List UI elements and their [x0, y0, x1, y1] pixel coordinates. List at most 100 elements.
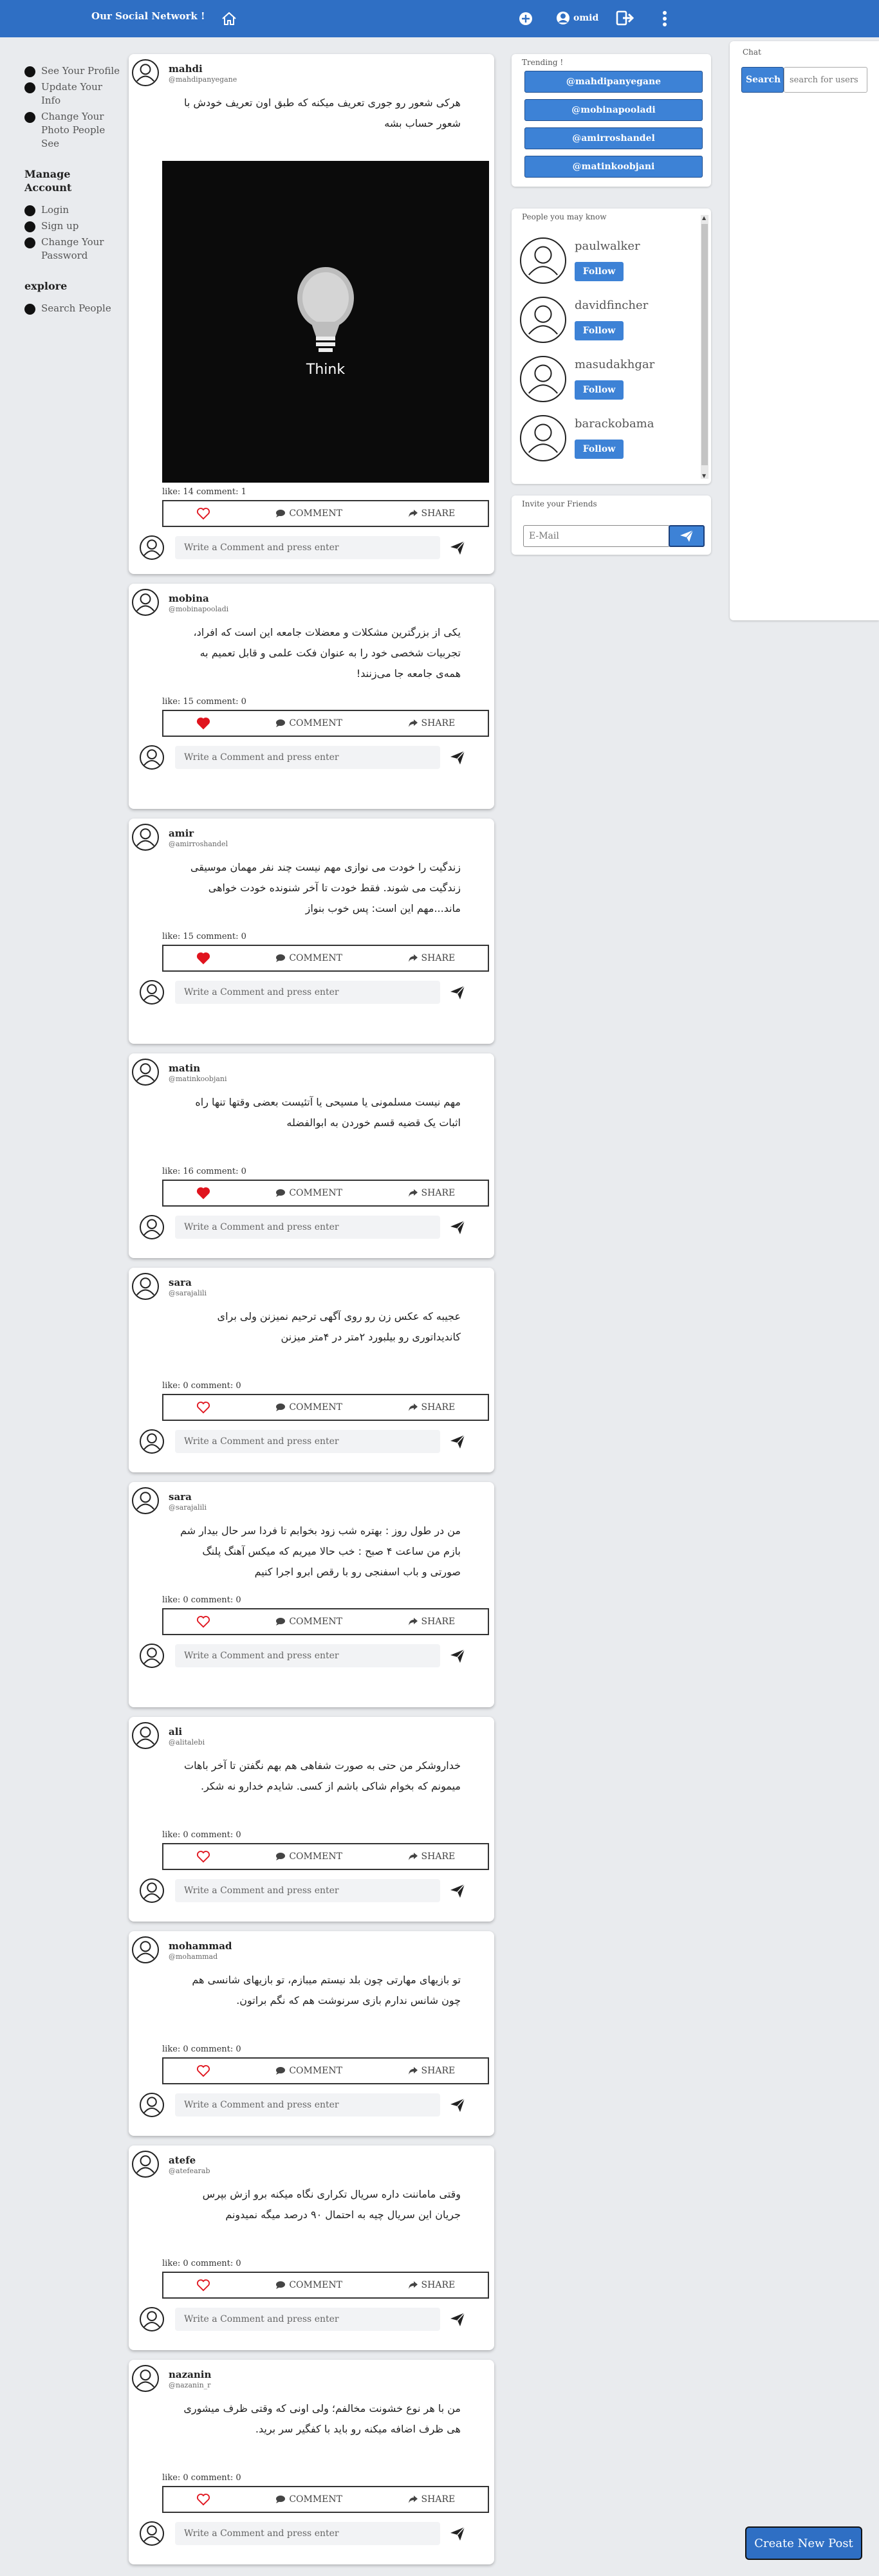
- send-comment-icon[interactable]: [449, 2525, 466, 2542]
- like-button[interactable]: [196, 952, 210, 965]
- scroll-down-icon[interactable]: ▼: [702, 473, 706, 479]
- comment-input[interactable]: [175, 1879, 440, 1902]
- comment-button[interactable]: COMMENT: [275, 953, 342, 963]
- nav-search-people[interactable]: Search People: [24, 302, 121, 315]
- share-button[interactable]: SHARE: [408, 953, 455, 963]
- like-button[interactable]: [196, 1850, 210, 1863]
- post-avatar[interactable]: [131, 1058, 160, 1086]
- send-comment-icon[interactable]: [449, 539, 466, 556]
- chat-search-button[interactable]: Search: [741, 67, 784, 93]
- people-scrollbar[interactable]: ▲ ▼: [701, 215, 708, 479]
- follow-button[interactable]: Follow: [575, 440, 624, 459]
- nav-login[interactable]: Login: [24, 203, 121, 217]
- add-post-icon[interactable]: [519, 12, 533, 26]
- share-button[interactable]: SHARE: [408, 718, 455, 728]
- heart-outline-icon[interactable]: [196, 507, 210, 520]
- comment-button[interactable]: COMMENT: [275, 1851, 342, 1862]
- like-button[interactable]: [196, 1187, 210, 1200]
- like-button[interactable]: [196, 1401, 210, 1414]
- comment-input[interactable]: [175, 2522, 440, 2545]
- post-author-name[interactable]: mobina: [169, 593, 209, 604]
- comment-input[interactable]: [175, 746, 440, 769]
- post-author-name[interactable]: amir: [169, 828, 194, 839]
- trending-item[interactable]: @matinkoobjani: [524, 156, 703, 178]
- heart-outline-icon[interactable]: [196, 2493, 210, 2506]
- post-avatar[interactable]: [131, 2364, 160, 2393]
- comment-button[interactable]: COMMENT: [275, 2066, 342, 2076]
- comment-input[interactable]: [175, 1644, 440, 1667]
- post-author-name[interactable]: mahdi: [169, 63, 203, 75]
- person-name[interactable]: barackobama: [575, 417, 654, 431]
- like-button[interactable]: [196, 717, 210, 730]
- nav-change-photo[interactable]: Change Your Photo People See: [24, 110, 121, 151]
- share-button[interactable]: SHARE: [408, 2280, 455, 2290]
- heart-outline-icon[interactable]: [196, 1401, 210, 1414]
- post-author-name[interactable]: sara: [169, 1277, 192, 1288]
- trending-item[interactable]: @mobinapooladi: [524, 99, 703, 121]
- heart-filled-icon[interactable]: [196, 952, 210, 965]
- send-comment-icon[interactable]: [449, 1433, 466, 1450]
- post-avatar[interactable]: [131, 1721, 160, 1750]
- trending-item[interactable]: @amirroshandel: [524, 127, 703, 149]
- send-comment-icon[interactable]: [449, 1882, 466, 1899]
- send-comment-icon[interactable]: [449, 2311, 466, 2328]
- post-avatar[interactable]: [131, 823, 160, 851]
- heart-outline-icon[interactable]: [196, 1615, 210, 1628]
- post-author-name[interactable]: mohammad: [169, 1940, 232, 1952]
- person-name[interactable]: masudakhgar: [575, 358, 654, 371]
- post-image[interactable]: Think: [162, 161, 489, 483]
- logout-icon[interactable]: [616, 9, 635, 27]
- post-avatar[interactable]: [131, 1272, 160, 1301]
- nav-change-password[interactable]: Change Your Password: [24, 236, 121, 263]
- like-button[interactable]: [196, 2064, 210, 2077]
- like-button[interactable]: [196, 507, 210, 520]
- post-avatar[interactable]: [131, 1936, 160, 1964]
- nav-signup[interactable]: Sign up: [24, 219, 121, 233]
- scroll-thumb[interactable]: [701, 224, 708, 465]
- comment-button[interactable]: COMMENT: [275, 1617, 342, 1627]
- comment-input[interactable]: [175, 2093, 440, 2117]
- share-button[interactable]: SHARE: [408, 2494, 455, 2505]
- invite-email-input[interactable]: [523, 525, 670, 547]
- comment-button[interactable]: COMMENT: [275, 508, 342, 519]
- follow-button[interactable]: Follow: [575, 262, 624, 281]
- nav-see-profile[interactable]: See Your Profile: [24, 64, 121, 78]
- create-post-button[interactable]: Create New Post: [745, 2526, 862, 2560]
- post-author-name[interactable]: nazanin: [169, 2369, 211, 2380]
- trending-item[interactable]: @mahdipanyegane: [524, 71, 703, 93]
- comment-input[interactable]: [175, 536, 440, 559]
- send-comment-icon[interactable]: [449, 2097, 466, 2113]
- heart-filled-icon[interactable]: [196, 1187, 210, 1200]
- send-comment-icon[interactable]: [449, 749, 466, 766]
- comment-input[interactable]: [175, 1216, 440, 1239]
- like-button[interactable]: [196, 2493, 210, 2506]
- send-comment-icon[interactable]: [449, 1219, 466, 1236]
- post-avatar[interactable]: [131, 59, 160, 87]
- chat-search-input[interactable]: [784, 67, 867, 93]
- comment-input[interactable]: [175, 2308, 440, 2331]
- post-avatar[interactable]: [131, 588, 160, 616]
- brand-title[interactable]: Our Social Network !: [91, 10, 205, 22]
- share-button[interactable]: SHARE: [408, 1188, 455, 1198]
- share-button[interactable]: SHARE: [408, 1617, 455, 1627]
- person-name[interactable]: davidfincher: [575, 299, 648, 312]
- comment-input[interactable]: [175, 1430, 440, 1453]
- share-button[interactable]: SHARE: [408, 2066, 455, 2076]
- post-avatar[interactable]: [131, 1487, 160, 1515]
- like-button[interactable]: [196, 1615, 210, 1628]
- heart-filled-icon[interactable]: [196, 717, 210, 730]
- scroll-up-icon[interactable]: ▲: [702, 215, 706, 221]
- home-icon[interactable]: [221, 10, 237, 27]
- follow-button[interactable]: Follow: [575, 321, 624, 340]
- comment-button[interactable]: COMMENT: [275, 2494, 342, 2505]
- share-button[interactable]: SHARE: [408, 1851, 455, 1862]
- heart-outline-icon[interactable]: [196, 2279, 210, 2292]
- comment-input[interactable]: [175, 981, 440, 1004]
- heart-outline-icon[interactable]: [196, 1850, 210, 1863]
- invite-send-button[interactable]: [669, 525, 705, 547]
- share-button[interactable]: SHARE: [408, 1402, 455, 1413]
- post-author-name[interactable]: ali: [169, 1726, 182, 1737]
- more-options-icon[interactable]: [660, 9, 669, 28]
- post-avatar[interactable]: [131, 2150, 160, 2178]
- person-avatar[interactable]: [519, 414, 567, 462]
